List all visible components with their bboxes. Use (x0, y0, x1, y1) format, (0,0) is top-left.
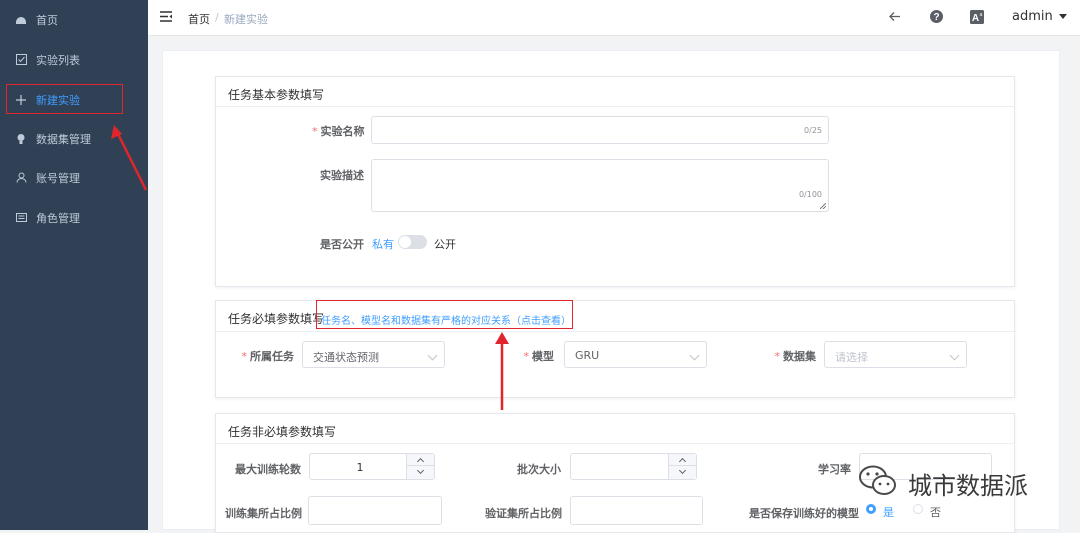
svg-text:A: A (972, 13, 979, 24)
chevron-down-icon (689, 350, 700, 361)
radio-dot (869, 507, 873, 511)
sidebar-item-role-management[interactable]: 角色管理 (0, 198, 148, 237)
increment-button[interactable] (407, 454, 434, 466)
annotation-box (6, 84, 123, 114)
resize-handle-icon[interactable] (820, 203, 826, 209)
experiment-desc-textarea[interactable]: 0/100 (371, 159, 829, 212)
checkbox-icon (14, 53, 28, 67)
decrement-button[interactable] (669, 466, 696, 478)
card-title: 任务基本参数填写 (216, 77, 1014, 107)
wechat-icon (859, 465, 896, 495)
radio-no[interactable] (913, 504, 923, 514)
valid-ratio-input[interactable] (570, 496, 703, 525)
dataset-select[interactable]: 请选择 (824, 341, 967, 368)
model-label: * 模型 (523, 350, 555, 363)
save-model-label: 是否保存训练好的模型 (749, 507, 859, 520)
top-navbar: 首页 / 新建实验 ? Aa admin (148, 0, 1080, 36)
svg-text:a: a (980, 12, 983, 18)
sidebar-item-label: 实验列表 (36, 53, 80, 67)
required-params-card: 任务必填参数填写 任务名、模型名和数据集有严格的对应关系（点击查看） * 所属任务… (215, 300, 1016, 398)
watermark-text: 城市数据派 (908, 472, 1028, 500)
breadcrumb-separator: / (215, 11, 219, 24)
caret-down-icon (1058, 14, 1067, 19)
user-icon (14, 171, 28, 185)
stepper (668, 454, 696, 479)
experiment-name-input[interactable]: 0/25 (371, 116, 829, 144)
public-toggle[interactable] (398, 235, 427, 249)
chevron-up-icon (416, 457, 425, 466)
radio-yes-label[interactable]: 是 (883, 504, 894, 520)
radio-no-label[interactable]: 否 (930, 504, 941, 520)
epochs-label: 最大训练轮数 (235, 463, 301, 476)
sidebar-item-home[interactable]: 首页 (0, 0, 148, 39)
basic-params-card: 任务基本参数填写 * 实验名称 0/25 实验描述 0/100 是否公开 私有 公… (215, 76, 1015, 287)
translate-icon[interactable]: Aa (970, 10, 984, 27)
hamburger-icon[interactable] (160, 11, 172, 25)
public-label: 是否公开 (320, 238, 364, 251)
help-icon[interactable]: ? (930, 10, 943, 26)
task-label: * 所属任务 (241, 350, 295, 363)
stepper (406, 454, 434, 479)
annotation-box (316, 300, 573, 329)
select-placeholder: 请选择 (835, 351, 868, 364)
breadcrumb-home[interactable]: 首页 (188, 11, 210, 27)
divider (216, 331, 1016, 332)
breadcrumb-current: 新建实验 (224, 13, 268, 26)
chevron-down-icon (416, 466, 425, 475)
radio-yes[interactable] (866, 504, 876, 514)
annotation-arrow (111, 125, 148, 191)
private-option[interactable]: 私有 (372, 236, 394, 252)
username: admin (1012, 9, 1053, 24)
epochs-input[interactable]: 1 (309, 453, 435, 480)
valid-ratio-label: 验证集所占比例 (485, 507, 562, 520)
select-value: 交通状态预测 (313, 351, 379, 364)
task-select[interactable]: 交通状态预测 (302, 341, 445, 368)
public-option[interactable]: 公开 (434, 236, 456, 252)
watermark: 城市数据派 (858, 460, 1058, 504)
increment-button[interactable] (669, 454, 696, 466)
chevron-down-icon (949, 350, 960, 361)
sidebar-item-experiment-list[interactable]: 实验列表 (0, 40, 148, 79)
bulb-icon (14, 132, 28, 146)
user-menu[interactable]: admin (1012, 9, 1067, 24)
sidebar-item-label: 数据集管理 (36, 132, 91, 146)
card-title: 任务非必填参数填写 (216, 414, 1014, 444)
sidebar-item-label: 账号管理 (36, 171, 80, 185)
char-counter: 0/25 (804, 126, 822, 135)
batch-size-input[interactable] (570, 453, 697, 480)
model-select[interactable]: GRU (564, 341, 707, 368)
back-arrow-icon[interactable] (889, 11, 901, 25)
toggle-knob (399, 236, 411, 248)
chevron-down-icon (678, 466, 687, 475)
list-icon (14, 211, 28, 225)
chevron-up-icon (678, 457, 687, 466)
decrement-button[interactable] (407, 466, 434, 478)
learning-rate-label: 学习率 (818, 463, 851, 476)
train-ratio-label: 训练集所占比例 (225, 507, 302, 520)
char-counter: 0/100 (798, 190, 822, 199)
experiment-name-label: * 实验名称 (312, 125, 365, 138)
svg-text:?: ? (933, 12, 939, 23)
batch-size-label: 批次大小 (517, 463, 561, 476)
sidebar-item-label: 首页 (36, 13, 58, 27)
train-ratio-input[interactable] (308, 496, 442, 525)
dataset-label: * 数据集 (774, 350, 817, 363)
chevron-down-icon (427, 350, 438, 361)
select-value: GRU (575, 349, 600, 362)
sidebar: 首页 实验列表 新建实验 数据集管理 账号管理 角色管理 (0, 0, 148, 530)
experiment-desc-label: 实验描述 (320, 169, 364, 182)
epochs-value: 1 (356, 461, 364, 474)
annotation-arrow (495, 332, 509, 410)
dashboard-icon (14, 13, 28, 27)
sidebar-item-label: 角色管理 (36, 211, 80, 225)
